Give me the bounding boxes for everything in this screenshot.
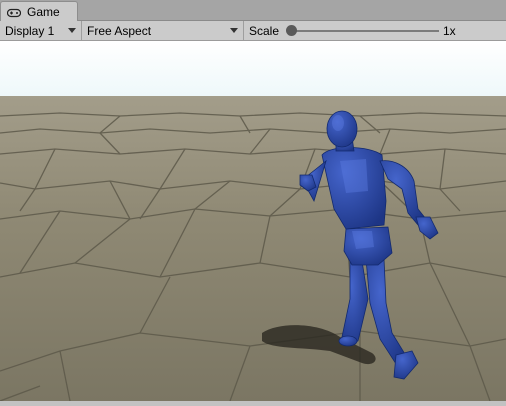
tab-game[interactable]: Game	[0, 1, 78, 21]
game-toolbar: Display 1 Free Aspect Scale 1x	[0, 21, 506, 41]
dropdown-arrow-icon	[230, 28, 238, 33]
tab-bar: Game	[0, 0, 506, 21]
scale-value: 1x	[443, 23, 456, 38]
aspect-dropdown[interactable]: Free Aspect	[82, 21, 244, 40]
game-viewport[interactable]	[0, 41, 506, 402]
tab-label: Game	[27, 4, 60, 19]
ground-plane	[0, 96, 506, 401]
scale-slider-track[interactable]	[291, 30, 439, 32]
game-scene	[0, 41, 506, 402]
scale-slider-thumb[interactable]	[286, 25, 297, 36]
display-dropdown[interactable]: Display 1	[0, 21, 82, 40]
dropdown-arrow-icon	[68, 28, 76, 33]
scale-label: Scale	[249, 23, 280, 38]
sky	[0, 41, 506, 97]
display-dropdown-label: Display 1	[5, 23, 55, 38]
gamepad-icon	[6, 7, 22, 17]
aspect-dropdown-label: Free Aspect	[87, 23, 152, 38]
